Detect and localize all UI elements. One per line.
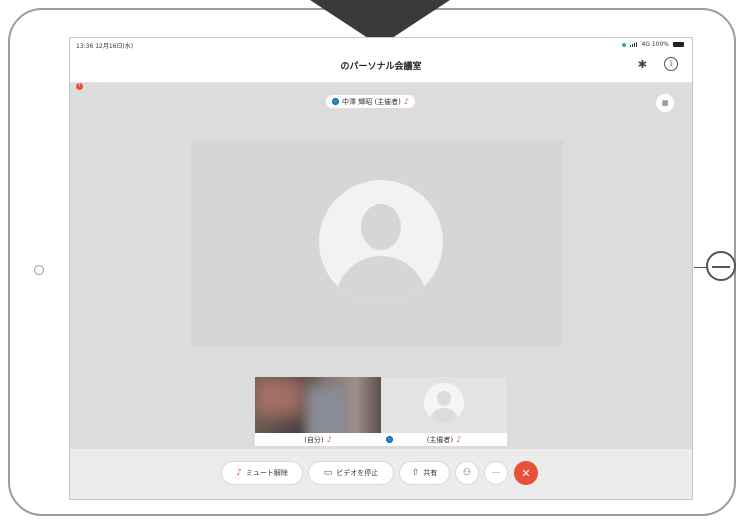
home-button-callout: [706, 251, 736, 281]
unmute-label: ミュート解除: [245, 469, 288, 477]
participants-icon: ⚇: [462, 468, 472, 478]
video-icon: ▭: [323, 468, 333, 478]
more-button[interactable]: ···: [484, 461, 508, 485]
stop-video-button[interactable]: ▭ ビデオを停止: [308, 461, 394, 485]
webex-icon: [332, 98, 339, 105]
end-call-icon: ✕: [521, 466, 531, 480]
unmute-button[interactable]: ♪ ミュート解除: [221, 461, 303, 485]
share-icon: ⇧: [411, 468, 420, 478]
network-status: 4G 100%: [641, 41, 669, 48]
stop-video-label: ビデオを停止: [336, 469, 379, 477]
share-label: 共有: [423, 469, 438, 477]
title-bar: のパーソナル会議室 ✱ i: [70, 52, 692, 83]
status-bar: 13:36 12月16日(水) 4G 100%: [70, 38, 692, 52]
host-tile-label: (主催者) ♪: [381, 433, 507, 446]
status-right: 4G 100%: [622, 41, 684, 48]
share-button[interactable]: ⇧ 共有: [399, 461, 450, 485]
bluetooth-icon[interactable]: ✱: [638, 58, 647, 71]
end-call-button[interactable]: ✕: [514, 461, 538, 485]
meeting-toolbar: ♪ ミュート解除 ▭ ビデオを停止 ⇧ 共有 ⚇ ··· ✕: [70, 449, 692, 499]
notification-badge[interactable]: !: [76, 83, 83, 90]
mic-muted-icon: ♪: [456, 435, 462, 444]
meeting-title: のパーソナル会議室: [340, 62, 422, 72]
mic-muted-icon: ♪: [326, 435, 332, 444]
host-avatar: [424, 383, 464, 423]
app-screen: 13:36 12月16日(水) 4G 100% のパーソナル会議室 ✱ i ! …: [69, 37, 693, 500]
self-tile-label: (自分) ♪: [255, 433, 381, 446]
main-video-area: [191, 140, 563, 346]
webex-icon: [386, 436, 393, 443]
mic-muted-icon: ♪: [236, 468, 242, 478]
camera-dot: [34, 265, 44, 275]
mic-muted-icon: ♪: [403, 97, 410, 106]
info-icon[interactable]: i: [664, 57, 678, 71]
active-speaker-name: 中澤 輝昭 (主催者): [342, 97, 401, 106]
self-video-tile[interactable]: (自分) ♪: [255, 377, 381, 446]
status-time: 13:36 12月16日(水): [76, 43, 134, 50]
host-video-tile[interactable]: (主催者) ♪: [381, 377, 507, 446]
signal-icon: [630, 42, 638, 47]
participants-button[interactable]: ⚇: [455, 461, 479, 485]
self-name: (自分): [304, 435, 324, 444]
battery-icon: [673, 42, 684, 47]
host-name: (主催者): [426, 435, 454, 444]
more-icon: ···: [492, 469, 500, 477]
active-speaker-pill: 中澤 輝昭 (主催者) ♪: [326, 95, 416, 108]
speaker-avatar: [319, 180, 443, 304]
call-active-icon: [622, 42, 627, 47]
layout-grid-icon[interactable]: ▦: [656, 94, 674, 112]
